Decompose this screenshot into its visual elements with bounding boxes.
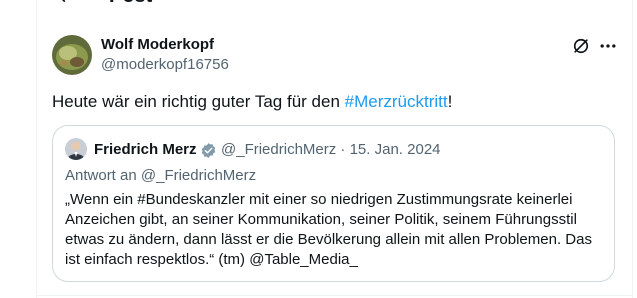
post-text: Heute wär ein richtig guter Tag für den …	[52, 91, 452, 113]
quote-date[interactable]: 15. Jan. 2024	[350, 141, 441, 158]
verified-badge-icon	[201, 143, 216, 158]
quote-author-handle[interactable]: @_FriedrichMerz	[221, 141, 336, 158]
quote-body-line: etwas zu ändern, dann lässt er die Bevöl…	[65, 231, 592, 248]
column-border-right	[632, 0, 633, 298]
quote-body-line: ist einfach respektlos.“ (tm) @Table_Med…	[65, 251, 358, 268]
separator-dot: ·	[340, 141, 346, 158]
page-title: Post	[109, 0, 152, 8]
quote-body-line: „Wenn ein #Bundeskanzler mit einer so ni…	[65, 191, 573, 208]
post-text-before: Heute wär ein richtig guter Tag für den	[52, 92, 345, 111]
post-header: Post	[37, 0, 632, 10]
quote-author-name[interactable]: Friedrich Merz	[94, 141, 197, 159]
quote-body: „Wenn ein #Bundeskanzler mit einer so ni…	[65, 190, 605, 270]
column-border-left	[36, 0, 37, 298]
hashtag-link[interactable]: #Merzrücktritt	[345, 92, 448, 111]
author-handle[interactable]: @moderkopf16756	[101, 56, 229, 74]
quote-body-line: Anzeichen gibt, an seiner Kommunikation,…	[65, 211, 577, 228]
quote-handle-and-date: @_FriedrichMerz · 15. Jan. 2024	[221, 141, 441, 159]
post-text-after: !	[447, 92, 453, 111]
post-detail-view: Post Wolf Moderkopf @moderkopf16756 Heut…	[0, 0, 637, 298]
quoted-post[interactable]: Friedrich Merz @_FriedrichMerz · 15. Jan…	[52, 125, 615, 282]
reply-to-label: Antwort an @_FriedrichMerz	[65, 167, 257, 184]
avatar[interactable]	[52, 35, 92, 75]
grok-icon[interactable]	[571, 36, 591, 56]
author-name[interactable]: Wolf Moderkopf	[101, 36, 214, 54]
arrow-left-icon[interactable]	[55, 0, 75, 6]
divider	[37, 295, 632, 296]
quote-avatar[interactable]	[65, 138, 87, 160]
more-dots-icon[interactable]	[598, 36, 618, 56]
